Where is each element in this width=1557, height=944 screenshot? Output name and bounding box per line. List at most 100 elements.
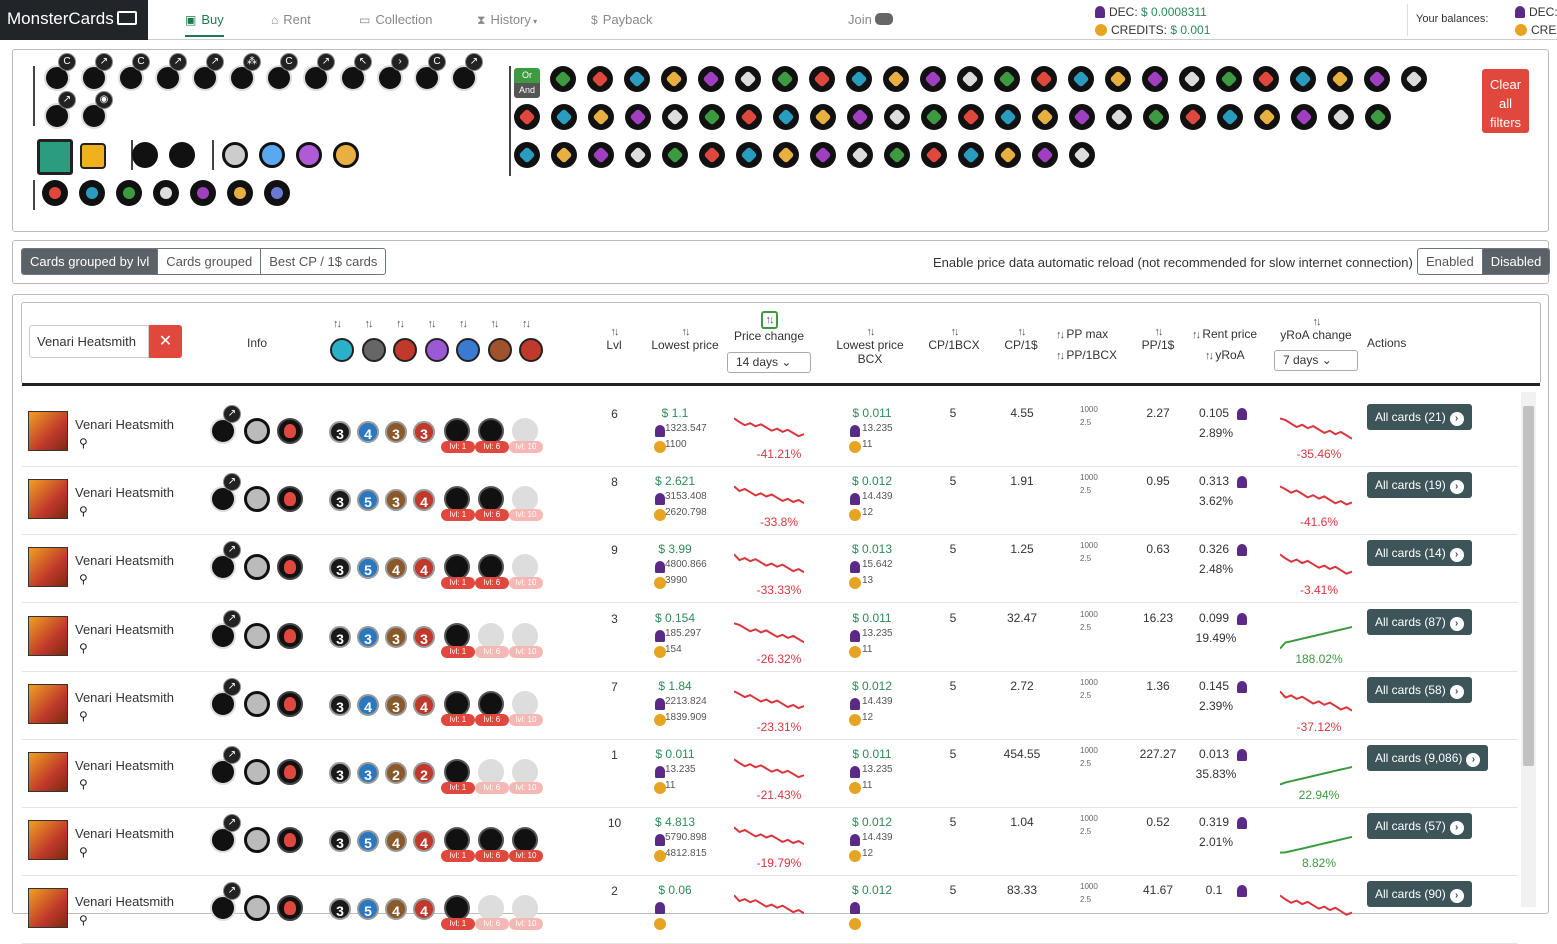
header-lvl[interactable]: ↑↓ Lvl	[604, 324, 624, 352]
ability-filter-icon[interactable]	[1254, 104, 1280, 130]
nav-history[interactable]: ⧗ History ▾	[477, 12, 537, 28]
header-pp-usd[interactable]: ↑↓ PP/1$	[1140, 324, 1176, 352]
header-cp-bcx[interactable]: ↑↓ CP/1BCX	[928, 324, 980, 352]
nav-buy[interactable]: ▣ Buy	[185, 12, 224, 37]
ability-filter-icon[interactable]	[736, 104, 762, 130]
card-thumbnail[interactable]	[28, 888, 68, 929]
ability-filter-icon[interactable]	[588, 104, 614, 130]
scrollbar[interactable]	[1521, 392, 1536, 907]
ability-filter-icon[interactable]	[884, 142, 910, 168]
ability-filter-icon[interactable]	[625, 142, 651, 168]
ability-filter-icon[interactable]	[810, 142, 836, 168]
ranged-icon[interactable]	[393, 338, 417, 362]
price-period-select[interactable]: 14 days ⌄	[727, 352, 811, 373]
ability-filter-icon[interactable]	[550, 66, 576, 92]
search-icon[interactable]: ⚲	[79, 641, 88, 655]
all-cards-button[interactable]: All cards (90) ›	[1367, 881, 1472, 908]
card-name[interactable]: Venari Heatsmith	[75, 690, 174, 705]
health-icon[interactable]	[519, 338, 543, 362]
grouped-by-lvl-button[interactable]: Cards grouped by lvl	[22, 249, 159, 274]
monster-type-filter[interactable]	[37, 139, 73, 175]
ability-filter-icon[interactable]	[1328, 104, 1354, 130]
rarity-color-filter[interactable]	[333, 142, 359, 168]
ability-filter-icon[interactable]	[735, 66, 761, 92]
ability-filter-icon[interactable]	[921, 142, 947, 168]
card-name[interactable]: Venari Heatsmith	[75, 553, 174, 568]
card-thumbnail[interactable]	[28, 615, 68, 656]
rarity-color-filter[interactable]	[296, 142, 322, 168]
header-rent[interactable]: ↑↓ Rent price ↑↓ yRoA	[1192, 324, 1272, 366]
ability-filter-icon[interactable]	[661, 66, 687, 92]
ability-filter-icon[interactable]	[773, 104, 799, 130]
card-name[interactable]: Venari Heatsmith	[75, 417, 174, 432]
sort-icon[interactable]: ↑↓	[459, 318, 468, 330]
card-name[interactable]: Venari Heatsmith	[75, 894, 174, 909]
ability-filter-icon[interactable]	[810, 104, 836, 130]
ability-filter-icon[interactable]	[847, 142, 873, 168]
header-cp-usd[interactable]: ↑↓ CP/1$	[1000, 324, 1042, 352]
search-icon[interactable]: ⚲	[79, 572, 88, 586]
ability-filter-icon[interactable]	[920, 66, 946, 92]
ability-filter-icon[interactable]	[587, 66, 613, 92]
yroa-period-select[interactable]: 7 days ⌄	[1274, 350, 1358, 371]
header-pp[interactable]: ↑↓ PP max ↑↓ PP/1BCX	[1056, 324, 1126, 366]
edition-filter-icon[interactable]	[132, 142, 158, 168]
card-thumbnail[interactable]	[28, 820, 68, 861]
ability-filter-icon[interactable]	[958, 104, 984, 130]
header-yroa-change[interactable]: ↑↓ yRoA change	[1274, 314, 1358, 342]
ability-filter-icon[interactable]	[809, 66, 835, 92]
ability-filter-icon[interactable]	[958, 142, 984, 168]
ability-filter-icon[interactable]	[1106, 104, 1132, 130]
and-button[interactable]: And	[514, 83, 540, 98]
all-cards-button[interactable]: All cards (14) ›	[1367, 540, 1472, 567]
ability-filter-icon[interactable]	[1365, 104, 1391, 130]
ability-filter-icon[interactable]	[624, 66, 650, 92]
ability-filter-icon[interactable]	[698, 66, 724, 92]
header-lowest-bcx[interactable]: ↑↓ Lowest price BCX	[824, 324, 916, 366]
card-thumbnail[interactable]	[28, 547, 68, 588]
all-cards-button[interactable]: All cards (87) ›	[1367, 608, 1472, 635]
sort-icon[interactable]: ↑↓	[491, 318, 500, 330]
nav-collection[interactable]: ▭ Collection	[359, 12, 432, 27]
all-cards-button[interactable]: All cards (58) ›	[1367, 676, 1472, 703]
ability-filter-icon[interactable]	[1143, 104, 1169, 130]
nav-join[interactable]: Join	[848, 12, 894, 27]
ability-filter-icon[interactable]	[1327, 66, 1353, 92]
card-name[interactable]: Venari Heatsmith	[75, 622, 174, 637]
ability-filter-icon[interactable]	[884, 104, 910, 130]
armor-icon[interactable]	[487, 338, 512, 362]
ability-filter-icon[interactable]	[995, 142, 1021, 168]
or-button[interactable]: Or	[514, 68, 540, 83]
search-icon[interactable]: ⚲	[79, 777, 88, 791]
sort-icon[interactable]: ↑↓	[396, 318, 405, 330]
reload-disabled-button[interactable]: Disabled	[1482, 249, 1550, 274]
ability-filter-icon[interactable]	[551, 142, 577, 168]
brand-name[interactable]: MonsterCards	[7, 9, 114, 28]
grouped-button[interactable]: Cards grouped	[158, 249, 262, 274]
or-and-toggle[interactable]: Or And	[514, 68, 540, 98]
element-filter-icon[interactable]	[79, 180, 105, 206]
all-cards-button[interactable]: All cards (21) ›	[1367, 404, 1472, 430]
header-price-change[interactable]: ↑↓ Price change	[727, 311, 811, 343]
card-thumbnail[interactable]	[28, 752, 68, 792]
clear-search-button[interactable]: ✕	[149, 325, 182, 358]
summoner-type-filter[interactable]	[80, 143, 106, 169]
ability-filter-icon[interactable]	[1068, 66, 1094, 92]
all-cards-button[interactable]: All cards (9,086) ›	[1367, 745, 1489, 771]
header-lowest-price[interactable]: ↑↓ Lowest price	[650, 324, 720, 352]
card-name[interactable]: Venari Heatsmith	[75, 485, 174, 500]
search-icon[interactable]: ⚲	[79, 845, 88, 859]
ability-filter-icon[interactable]	[1069, 142, 1095, 168]
ability-filter-icon[interactable]	[1217, 104, 1243, 130]
card-thumbnail[interactable]	[28, 411, 68, 451]
ability-filter-icon[interactable]	[1031, 66, 1057, 92]
search-icon[interactable]: ⚲	[79, 504, 88, 518]
ability-filter-icon[interactable]	[995, 104, 1021, 130]
search-input[interactable]	[29, 325, 149, 358]
nav-payback[interactable]: $ Payback	[591, 12, 653, 27]
ability-filter-icon[interactable]	[514, 104, 540, 130]
element-filter-icon[interactable]	[264, 180, 290, 206]
ability-filter-icon[interactable]	[773, 142, 799, 168]
ability-filter-icon[interactable]	[736, 142, 762, 168]
ability-filter-icon[interactable]	[847, 104, 873, 130]
